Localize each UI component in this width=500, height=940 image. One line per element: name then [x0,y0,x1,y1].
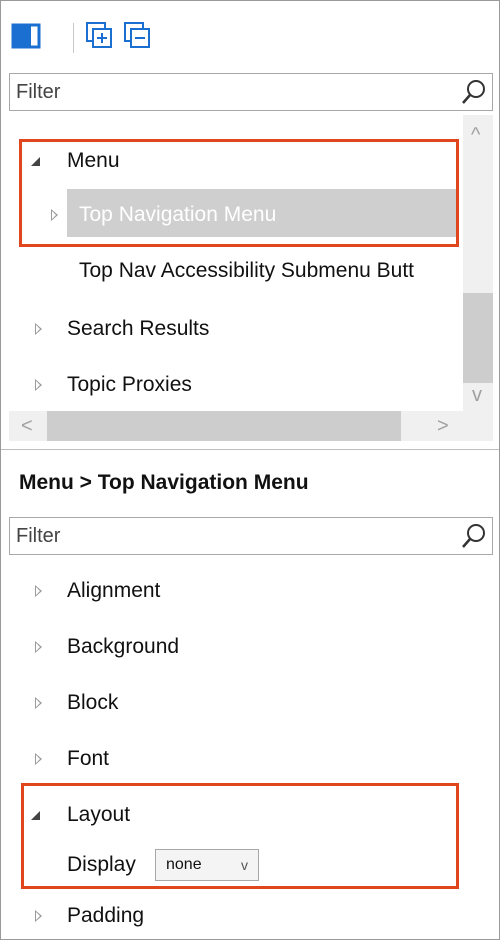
property-group-label: Block [67,691,119,714]
expand-all-icon[interactable] [83,19,117,53]
stylesheet-tree: Menu Top Navigation Menu Top Nav Accessi… [9,115,493,439]
toolbar [9,19,489,59]
callout-box [21,783,459,889]
styles-panel: Menu Top Navigation Menu Top Nav Accessi… [0,0,500,940]
scroll-down-icon[interactable]: v [472,385,482,405]
scroll-left-icon[interactable]: < [21,416,33,436]
tree-filter [9,73,493,111]
toolbar-separator [73,23,74,53]
collapsed-arrow-icon[interactable] [35,379,42,391]
property-filter-input[interactable] [16,524,446,548]
collapsed-arrow-icon[interactable] [35,753,42,765]
tree-item-label: Top Nav Accessibility Submenu Butt [79,259,414,282]
property-group-label: Font [67,747,110,770]
vertical-scroll-thumb[interactable] [463,293,493,383]
scroll-right-icon[interactable]: > [437,416,449,436]
horizontal-scroll-thumb[interactable] [47,411,401,441]
breadcrumb: Menu > Top Navigation Menu [19,471,309,494]
layout-toggle-icon[interactable] [11,19,45,53]
tree-item-label: Search Results [67,317,210,340]
callout-box [19,139,459,247]
search-icon[interactable] [460,78,488,106]
collapsed-arrow-icon[interactable] [35,585,42,597]
tree-filter-input[interactable] [16,80,446,104]
property-group-label: Background [67,635,180,658]
tree-item-label: Topic Proxies [67,373,192,396]
collapse-all-icon[interactable] [121,19,155,53]
collapsed-arrow-icon[interactable] [35,697,42,709]
collapsed-arrow-icon[interactable] [35,641,42,653]
scrollbar-corner [463,411,493,441]
scroll-up-icon[interactable]: ^ [471,125,480,145]
collapsed-arrow-icon[interactable] [35,910,42,922]
tree-item-search-results[interactable]: Search Results [9,309,449,349]
tree-item-topic-proxies[interactable]: Topic Proxies [9,365,449,405]
property-group-label: Alignment [67,579,161,602]
search-icon[interactable] [460,522,488,550]
panel-separator [1,449,499,450]
property-group-label: Padding [67,904,145,927]
tree-item-top-nav-accessibility[interactable]: Top Nav Accessibility Submenu Butt [9,251,471,291]
property-filter [9,517,493,555]
collapsed-arrow-icon[interactable] [35,323,42,335]
